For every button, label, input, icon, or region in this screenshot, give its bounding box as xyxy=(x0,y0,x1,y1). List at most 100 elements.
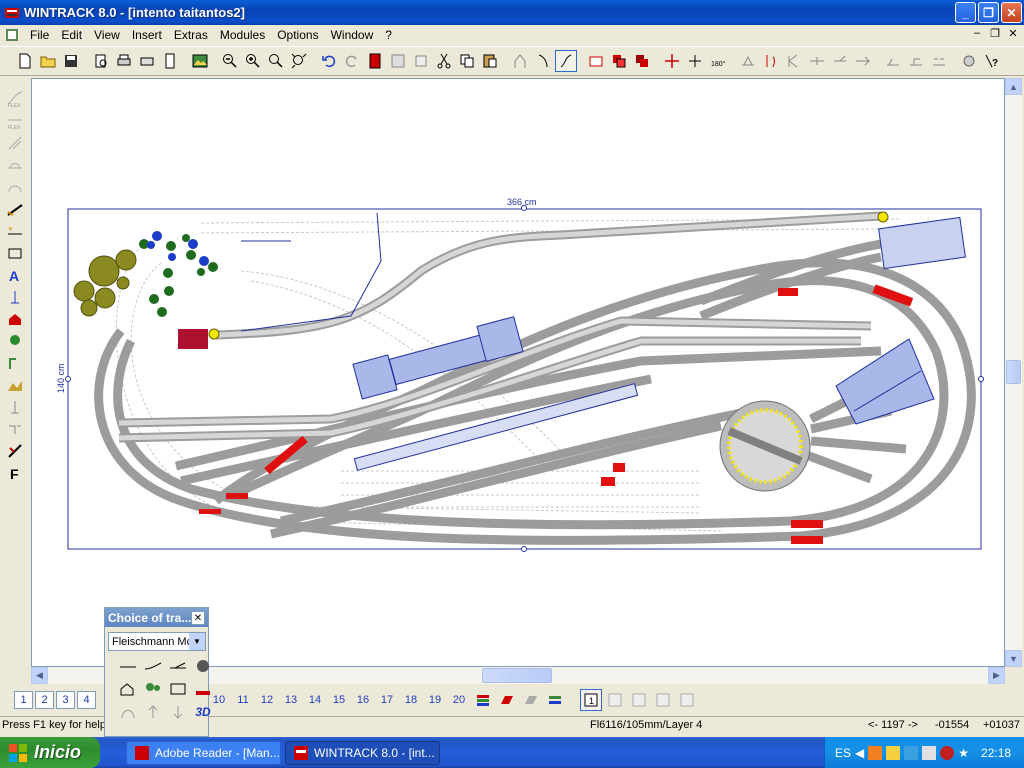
layer-17[interactable]: 17 xyxy=(376,694,398,706)
group-icon[interactable] xyxy=(387,50,409,72)
print-setup-icon[interactable] xyxy=(136,50,158,72)
measure-icon[interactable] xyxy=(737,50,759,72)
scale-tool-icon[interactable]: ✳ xyxy=(4,220,26,241)
paste-icon[interactable] xyxy=(479,50,501,72)
view-5-icon[interactable] xyxy=(676,689,698,711)
clock[interactable]: 22:18 xyxy=(981,746,1011,760)
new-file-icon[interactable] xyxy=(14,50,36,72)
menu-modules[interactable]: Modules xyxy=(214,28,271,42)
lower-icon[interactable] xyxy=(167,702,189,722)
menu-extras[interactable]: Extras xyxy=(168,28,214,42)
flex-track-tool-icon[interactable]: FLEX xyxy=(4,88,26,109)
text-tool-icon[interactable]: A xyxy=(4,264,26,285)
layer-red-icon[interactable] xyxy=(608,50,630,72)
menu-window[interactable]: Window xyxy=(325,28,380,42)
curve-track-icon[interactable] xyxy=(532,50,554,72)
layer-14[interactable]: 14 xyxy=(304,694,326,706)
tray-shield-icon[interactable] xyxy=(940,745,955,760)
layer-red-2-icon[interactable] xyxy=(631,50,653,72)
document-icon[interactable] xyxy=(4,27,20,43)
layer-15[interactable]: 15 xyxy=(328,694,350,706)
tunnel-portal-icon[interactable] xyxy=(117,702,139,722)
save-icon[interactable] xyxy=(60,50,82,72)
vertical-scrollbar[interactable]: ▲ ▼ xyxy=(1005,78,1022,667)
page-icon[interactable] xyxy=(159,50,181,72)
chevron-down-icon[interactable]: ▼ xyxy=(189,633,205,650)
choice-of-track-panel[interactable]: Choice of tra... ✕ Fleischmann Mc ▼ 3D xyxy=(104,607,211,737)
properties-icon[interactable] xyxy=(364,50,386,72)
dimension-tool-icon[interactable] xyxy=(4,286,26,307)
layer-4-button[interactable]: 4 xyxy=(77,691,96,709)
language-indicator[interactable]: ES xyxy=(835,746,851,760)
3d-view-button[interactable]: 3D xyxy=(192,702,214,722)
scenery-icon[interactable] xyxy=(142,679,164,699)
building-icon[interactable] xyxy=(117,679,139,699)
layer-red-toggle-icon[interactable] xyxy=(496,689,518,711)
menu-edit[interactable]: Edit xyxy=(55,28,88,42)
bumper-icon[interactable] xyxy=(192,679,214,699)
start-button[interactable]: Inicio xyxy=(0,737,100,768)
view-1-icon[interactable]: 1 xyxy=(580,689,602,711)
ramp-tool-icon[interactable] xyxy=(4,198,26,219)
switch-track-icon[interactable] xyxy=(167,656,189,676)
taskbar-adobe-reader[interactable]: Adobe Reader - [Man... xyxy=(126,740,281,765)
road-tool-icon[interactable] xyxy=(4,132,26,153)
layer-grey-toggle-icon[interactable] xyxy=(520,689,542,711)
tree-tool-icon[interactable] xyxy=(4,330,26,351)
zoom-fit-icon[interactable] xyxy=(288,50,310,72)
mdi-close-button[interactable]: ✕ xyxy=(1006,27,1020,40)
menu-options[interactable]: Options xyxy=(271,28,324,42)
crossing-icon[interactable] xyxy=(852,50,874,72)
view-4-icon[interactable] xyxy=(652,689,674,711)
move-icon[interactable] xyxy=(661,50,683,72)
menu-help[interactable]: ? xyxy=(379,28,398,42)
track-plan-canvas[interactable]: 366 cm 140 cm xyxy=(31,78,1005,667)
height-marker-tool-icon[interactable] xyxy=(4,396,26,417)
slope-icon[interactable] xyxy=(882,50,904,72)
view-3-icon[interactable] xyxy=(628,689,650,711)
taskbar-wintrack[interactable]: WINTRACK 8.0 - [int... xyxy=(285,740,440,765)
switch-tool-icon[interactable] xyxy=(509,50,531,72)
tray-app-icon-3[interactable] xyxy=(904,745,919,760)
vertical-scroll-thumb[interactable] xyxy=(1006,360,1021,384)
signal-tool-icon[interactable] xyxy=(4,352,26,373)
tray-app-icon-2[interactable] xyxy=(886,745,901,760)
menu-view[interactable]: View xyxy=(88,28,126,42)
redo-icon[interactable] xyxy=(341,50,363,72)
layer-16[interactable]: 16 xyxy=(352,694,374,706)
title-bar[interactable]: WINTRACK 8.0 - [intento taitantos2] _ ❐ … xyxy=(0,0,1024,25)
print-preview-icon[interactable] xyxy=(90,50,112,72)
terrain-tool-icon[interactable] xyxy=(4,374,26,395)
close-button[interactable]: ✕ xyxy=(1001,2,1022,23)
layers-stack-icon[interactable] xyxy=(472,689,494,711)
layer-1-button[interactable]: 1 xyxy=(14,691,33,709)
minimize-button[interactable]: _ xyxy=(955,2,976,23)
undo-icon[interactable] xyxy=(318,50,340,72)
house-tool-icon[interactable] xyxy=(4,308,26,329)
height-icon[interactable] xyxy=(760,50,782,72)
layer-18[interactable]: 18 xyxy=(400,694,422,706)
turntable-track-icon[interactable] xyxy=(192,656,214,676)
bridge-tool-icon[interactable] xyxy=(4,154,26,175)
layer-13[interactable]: 13 xyxy=(280,694,302,706)
layer-19[interactable]: 19 xyxy=(424,694,446,706)
scroll-left-button[interactable]: ◀ xyxy=(31,667,48,684)
slope-2-icon[interactable] xyxy=(905,50,927,72)
junction-icon[interactable] xyxy=(829,50,851,72)
slope-3-icon[interactable] xyxy=(928,50,950,72)
scroll-down-button[interactable]: ▼ xyxy=(1005,650,1022,667)
flex-track-2-tool-icon[interactable]: FLEX xyxy=(4,110,26,131)
settings-icon[interactable] xyxy=(958,50,980,72)
tray-app-icon-1[interactable] xyxy=(868,745,883,760)
tray-expand-icon[interactable]: ◀ xyxy=(855,746,864,760)
tray-network-icon[interactable] xyxy=(922,745,937,760)
raise-icon[interactable] xyxy=(142,702,164,722)
slope-marker-tool-icon[interactable] xyxy=(4,418,26,439)
cut-icon[interactable] xyxy=(433,50,455,72)
tray-star-icon[interactable]: ★ xyxy=(958,746,969,760)
mdi-restore-button[interactable]: ❐ xyxy=(988,27,1002,40)
print-icon[interactable] xyxy=(113,50,135,72)
layer-20[interactable]: 20 xyxy=(448,694,470,706)
platform-icon[interactable] xyxy=(167,679,189,699)
picture-icon[interactable] xyxy=(189,50,211,72)
